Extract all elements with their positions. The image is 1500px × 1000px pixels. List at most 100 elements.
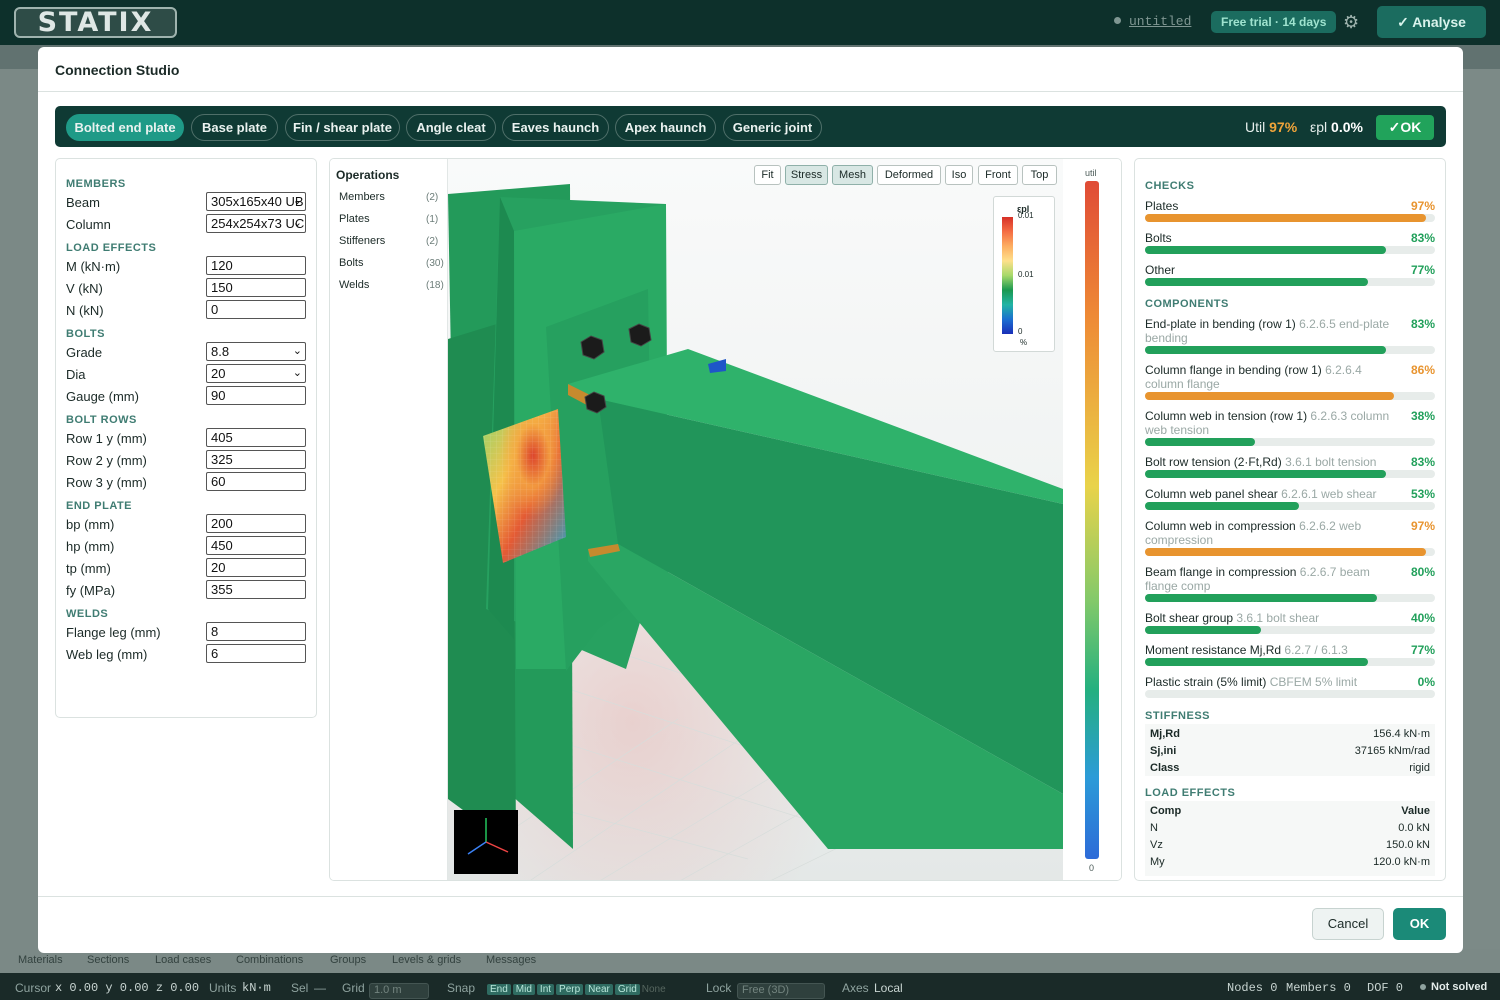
tab-messages[interactable]: Messages	[486, 954, 536, 966]
view-front-button[interactable]: Front	[978, 165, 1018, 185]
bp-input[interactable]: 200	[206, 514, 306, 533]
view-iso-button[interactable]: Iso	[945, 165, 973, 185]
analyse-button[interactable]: ✓ Analyse	[1377, 6, 1486, 38]
clause-reference: 6.2.7 / 6.1.3	[1284, 643, 1348, 657]
grid-select-value[interactable]: 1.0 m	[369, 983, 429, 999]
tab-generic-joint[interactable]: Generic joint	[723, 114, 822, 141]
snap-int[interactable]: Int	[536, 984, 555, 995]
component-row[interactable]: Bolt row tension (2·Ft,Rd) 3.6.1 bolt te…	[1145, 455, 1435, 478]
row2-input[interactable]: 325	[206, 450, 306, 469]
cursor-label: Cursor	[15, 981, 52, 995]
tab-angle-cleat[interactable]: Angle cleat	[406, 114, 496, 141]
axes-value[interactable]: Local	[874, 981, 903, 995]
strain-legend-bottom: 0	[1018, 327, 1023, 336]
view-fit-button[interactable]: Fit	[754, 165, 781, 185]
snap-grid[interactable]: Grid	[614, 984, 640, 995]
chevron-down-icon: ⌄	[292, 345, 302, 357]
col-comp: Comp	[1150, 805, 1182, 817]
tab-fin-shear-plate[interactable]: Fin / shear plate	[285, 114, 400, 141]
check-label: Other	[1145, 263, 1176, 277]
check-name: Beam flange in compression 6.2.6.7 beam …	[1145, 565, 1435, 593]
web-leg-input[interactable]: 6	[206, 644, 306, 663]
row3-input[interactable]: 60	[206, 472, 306, 491]
row1-input[interactable]: 405	[206, 428, 306, 447]
tab-eaves-haunch[interactable]: Eaves haunch	[502, 114, 609, 141]
trial-badge[interactable]: Free trial · 14 days	[1211, 11, 1337, 33]
3d-viewport[interactable]: Fit Stress Mesh Deformed Iso Front Top ε…	[448, 159, 1063, 881]
util-value: 97%	[1269, 119, 1298, 135]
connection-model[interactable]	[448, 159, 1063, 881]
component-row[interactable]: Column web in tension (row 1) 6.2.6.3 co…	[1145, 409, 1435, 446]
tab-materials[interactable]: Materials	[18, 954, 63, 966]
cursor-readout: x 0.00 y 0.00 z 0.00	[55, 981, 200, 995]
gear-icon[interactable]: ⚙	[1343, 12, 1359, 33]
snap-end[interactable]: End	[487, 984, 511, 995]
op-members[interactable]: Members	[339, 191, 385, 203]
units-value[interactable]: kN·m	[242, 981, 271, 995]
view-deformed-button[interactable]: Deformed	[877, 165, 941, 185]
epl-value: 0.0%	[1331, 119, 1363, 135]
op-bolts[interactable]: Bolts	[339, 257, 363, 269]
op-plates[interactable]: Plates	[339, 213, 370, 225]
tab-bolted-end-plate[interactable]: Bolted end plate	[66, 114, 184, 141]
lock-select[interactable]: Free (3D)	[737, 979, 825, 999]
section-members: MEMBERS	[66, 178, 126, 190]
dia-select[interactable]: 20 ⌄	[206, 364, 306, 383]
utilization-bar	[1145, 626, 1435, 634]
connection-type-bar: Bolted end plate Base plate Fin / shear …	[55, 106, 1446, 147]
cancel-button[interactable]: Cancel	[1312, 908, 1384, 940]
load-value: 120.0 kN·m	[1373, 856, 1430, 868]
hp-input[interactable]: 450	[206, 536, 306, 555]
check-label: Beam flange in compression	[1145, 565, 1297, 579]
ok-button[interactable]: OK	[1393, 908, 1446, 940]
component-row[interactable]: End-plate in bending (row 1) 6.2.6.5 end…	[1145, 317, 1435, 354]
snap-none[interactable]: None	[642, 984, 666, 995]
component-row[interactable]: Moment resistance Mj,Rd 6.2.7 / 6.1.3 77%	[1145, 643, 1435, 666]
m-input[interactable]: 120	[206, 256, 306, 275]
tab-groups[interactable]: Groups	[330, 954, 366, 966]
view-stress-button[interactable]: Stress	[785, 165, 828, 185]
component-row[interactable]: Plastic strain (5% limit) CBFEM 5% limit…	[1145, 675, 1435, 698]
n-input[interactable]: 0	[206, 300, 306, 319]
check-row[interactable]: Other 77%	[1145, 263, 1435, 286]
check-percent: 77%	[1410, 263, 1435, 277]
snap-near[interactable]: Near	[585, 984, 613, 995]
op-welds[interactable]: Welds	[339, 279, 369, 291]
check-row[interactable]: Plates 97%	[1145, 199, 1435, 222]
check-row[interactable]: Bolts 83%	[1145, 231, 1435, 254]
snap-mid[interactable]: Mid	[512, 984, 535, 995]
grade-select[interactable]: 8.8 ⌄	[206, 342, 306, 361]
component-row[interactable]: Column web panel shear 6.2.6.1 web shear…	[1145, 487, 1435, 510]
tp-input[interactable]: 20	[206, 558, 306, 577]
snap-perp[interactable]: Perp	[556, 984, 584, 995]
component-row[interactable]: Column web in compression 6.2.6.2 web co…	[1145, 519, 1435, 556]
grid-select[interactable]: 1.0 m	[369, 979, 429, 999]
tab-sections[interactable]: Sections	[87, 954, 129, 966]
column-select[interactable]: 254x254x73 UC ⌄	[206, 214, 306, 233]
dof-count: DOF 0	[1367, 981, 1404, 995]
view-top-button[interactable]: Top	[1022, 165, 1057, 185]
view-mesh-button[interactable]: Mesh	[832, 165, 873, 185]
fy-input[interactable]: 355	[206, 580, 306, 599]
utilization-bar	[1145, 470, 1435, 478]
units-label: Units	[209, 981, 237, 995]
op-plates-count: (1)	[426, 214, 439, 225]
tab-load-cases[interactable]: Load cases	[155, 954, 211, 966]
tab-apex-haunch[interactable]: Apex haunch	[615, 114, 716, 141]
bp-label: bp (mm)	[66, 517, 115, 532]
tab-levels-grids[interactable]: Levels & grids	[392, 954, 461, 966]
lock-select-value[interactable]: Free (3D)	[737, 983, 825, 999]
component-row[interactable]: Column flange in bending (row 1) 6.2.6.4…	[1145, 363, 1435, 400]
flange-leg-input[interactable]: 8	[206, 622, 306, 641]
v-input[interactable]: 150	[206, 278, 306, 297]
utilization-bar	[1145, 658, 1435, 666]
check-label: Column web panel shear	[1145, 487, 1278, 501]
document-name[interactable]: untitled	[1114, 14, 1191, 29]
gauge-input[interactable]: 90	[206, 386, 306, 405]
component-row[interactable]: Bolt shear group 3.6.1 bolt shear 40%	[1145, 611, 1435, 634]
op-stiffeners[interactable]: Stiffeners	[339, 235, 385, 247]
tab-combinations[interactable]: Combinations	[236, 954, 303, 966]
tab-base-plate[interactable]: Base plate	[191, 114, 278, 141]
component-row[interactable]: Beam flange in compression 6.2.6.7 beam …	[1145, 565, 1435, 602]
beam-select[interactable]: 305x165x40 UB ⌄	[206, 192, 306, 211]
